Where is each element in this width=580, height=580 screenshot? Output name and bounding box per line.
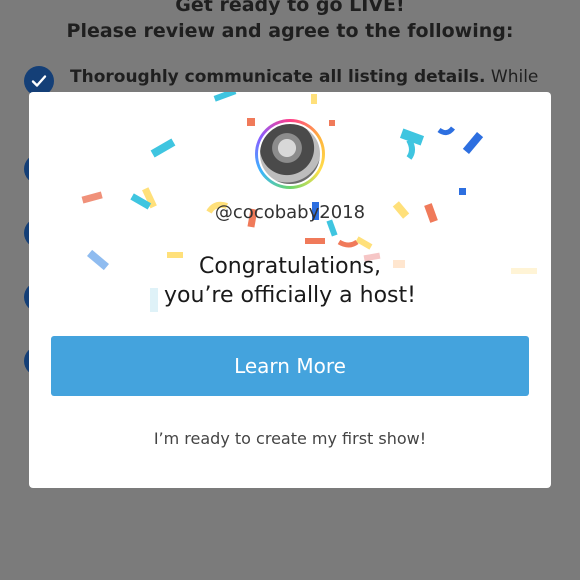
checklist-item-1: Thoroughly communicate all listing detai… [70,67,538,87]
username: @cocobaby2018 [214,202,366,223]
create-first-show-link[interactable]: I’m ready to create my first show! [29,429,551,448]
congrats-line-2: you’re officially a host! [164,283,416,308]
congrats-line-1: Congratulations, [198,254,381,279]
congratulations-message: Congratulations, you’re officially a hos… [29,252,551,310]
check-icon [31,75,47,87]
header-line-1: Get ready to go LIVE! [175,0,405,16]
host-congrats-modal: @cocobaby2018 Congratulations, you’re of… [29,92,551,488]
checklist-item-bold: Thoroughly communicate all listing detai… [70,67,486,87]
profile-avatar [255,119,325,189]
header-line-2: Please review and agree to the following… [66,20,514,42]
learn-more-button[interactable]: Learn More [51,336,529,396]
avatar-photo [258,122,322,186]
page-header: Get ready to go LIVE! Please review and … [0,0,580,44]
checklist-item-rest: While [485,67,539,87]
